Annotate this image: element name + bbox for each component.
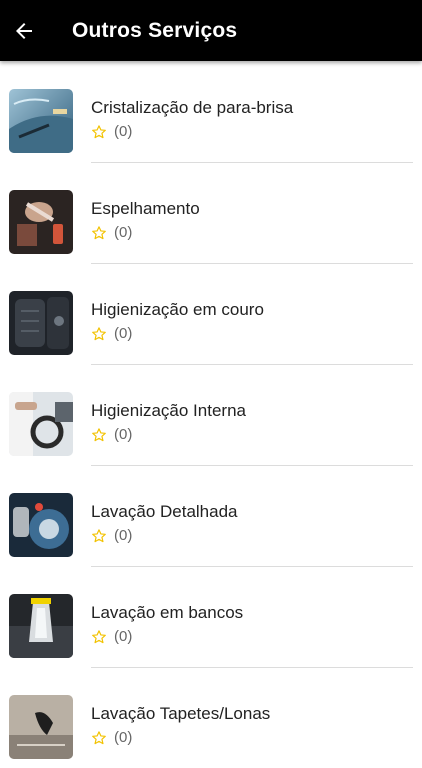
service-rating: (0) [91, 224, 132, 241]
arrow-left-icon [16, 22, 32, 39]
service-name: Cristalização de para-brisa [91, 98, 294, 117]
service-thumbnail [9, 392, 73, 456]
service-thumbnail [9, 695, 73, 759]
service-name: Lavação Tapetes/Lonas [91, 704, 271, 723]
page-title: Outros Serviços [72, 18, 238, 42]
service-name: Higienização em couro [91, 300, 264, 319]
star-outline-icon [92, 427, 106, 441]
rating-count: (0) [114, 325, 133, 342]
services-list: Cristalização de para-brisa (0) Espelham… [0, 61, 422, 768]
service-thumbnail [9, 594, 73, 658]
service-thumbnail [9, 190, 73, 254]
service-item[interactable]: Cristalização de para-brisa (0) [0, 61, 422, 163]
star-outline-icon [92, 225, 106, 239]
rating-count: (0) [114, 224, 133, 241]
service-rating: (0) [91, 628, 132, 645]
service-item[interactable]: Higienização Interna (0) [0, 364, 422, 466]
service-thumbnail [9, 89, 73, 153]
service-name: Lavação em bancos [91, 603, 244, 622]
rating-count: (0) [114, 426, 133, 443]
service-rating: (0) [91, 527, 132, 544]
rating-count: (0) [114, 729, 133, 746]
service-item[interactable]: Lavação Detalhada (0) [0, 465, 422, 567]
star-outline-icon [92, 326, 106, 340]
star-outline-icon [92, 124, 106, 138]
service-name: Higienização Interna [91, 401, 246, 420]
back-button[interactable] [0, 7, 48, 55]
service-name: Espelhamento [91, 199, 200, 218]
rating-count: (0) [114, 527, 133, 544]
service-rating: (0) [91, 426, 132, 443]
star-outline-icon [92, 629, 106, 643]
star-outline-icon [92, 730, 106, 744]
service-thumbnail [9, 291, 73, 355]
service-thumbnail [9, 493, 73, 557]
service-item[interactable]: Higienização em couro (0) [0, 263, 422, 365]
service-rating: (0) [91, 325, 132, 342]
service-item[interactable]: Lavação Tapetes/Lonas (0) [0, 667, 422, 768]
service-item[interactable]: Espelhamento (0) [0, 162, 422, 264]
service-name: Lavação Detalhada [91, 502, 238, 521]
rating-count: (0) [114, 123, 133, 140]
service-rating: (0) [91, 729, 132, 746]
service-rating: (0) [91, 123, 132, 140]
rating-count: (0) [114, 628, 133, 645]
app-bar: Outros Serviços [0, 0, 422, 61]
service-item[interactable]: Lavação em bancos (0) [0, 566, 422, 668]
star-outline-icon [92, 528, 106, 542]
